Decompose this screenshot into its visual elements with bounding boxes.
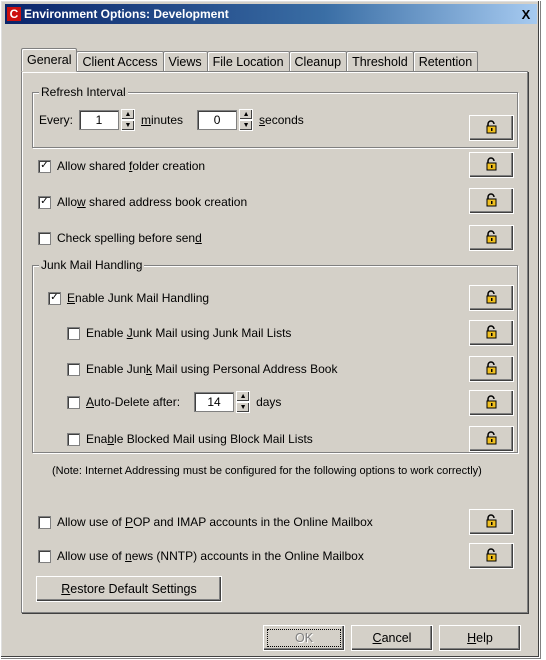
shared-folder-checkbox[interactable]: ✓ [38,159,51,173]
nntp-lock-button[interactable] [469,543,514,569]
check-spelling-label: Check spelling before send [57,231,202,245]
nntp-label: Allow use of news (NNTP) accounts in the… [57,549,364,563]
auto-delete-days-input[interactable]: 14 [194,392,235,412]
seconds-input[interactable]: 0 [197,110,238,130]
every-label: Every: [39,113,74,127]
title-bar: C Environment Options: Development X [5,4,537,24]
enable-junk-lock-button[interactable] [469,285,514,311]
personal-book-option[interactable]: Enable Junk Mail using Personal Address … [67,362,337,376]
tab-strip: General Client Access Views File Locatio… [21,48,479,72]
personal-book-lock-button[interactable] [469,356,514,382]
junk-lists-option[interactable]: Enable Junk Mail using Junk Mail Lists [67,326,291,340]
spin-down-icon[interactable]: ▼ [239,120,254,131]
spin-down-icon[interactable]: ▼ [236,402,251,413]
tab-views[interactable]: Views [162,51,208,71]
cancel-label: Cancel [372,631,412,645]
dialog-window: C Environment Options: Development X Gen… [0,0,540,658]
minutes-spinner[interactable]: ▲ ▼ [121,109,136,131]
spin-up-icon[interactable]: ▲ [121,109,136,120]
pop-imap-checkbox[interactable] [38,515,51,529]
check-spelling-option[interactable]: Check spelling before send [38,231,202,245]
help-button[interactable]: Help [439,625,521,651]
lock-icon [484,394,500,413]
refresh-lock-button[interactable] [469,115,514,141]
close-button[interactable]: X [517,6,535,22]
pop-imap-option[interactable]: Allow use of POP and IMAP accounts in th… [38,515,373,529]
ok-button[interactable]: OK [263,625,345,651]
auto-delete-spinner[interactable]: ▲ ▼ [236,391,251,413]
auto-delete-lock-button[interactable] [469,390,514,416]
blocked-mail-label: Enable Blocked Mail using Block Mail Lis… [86,432,313,446]
restore-defaults-label: Restore Default Settings [61,582,197,596]
refresh-interval-group: Refresh Interval Every: 1 ▲ ▼ minutes 0 … [32,85,518,148]
days-label: days [256,395,282,409]
spin-up-icon[interactable]: ▲ [236,391,251,402]
refresh-interval-label: Refresh Interval [39,85,128,99]
tab-client-access[interactable]: Client Access [76,51,164,71]
auto-delete-checkbox[interactable] [67,395,80,409]
blocked-mail-option[interactable]: Enable Blocked Mail using Block Mail Lis… [67,432,313,446]
spin-up-icon[interactable]: ▲ [239,109,254,120]
tab-file-location[interactable]: File Location [206,51,290,71]
general-panel: Refresh Interval Every: 1 ▲ ▼ minutes 0 … [21,71,528,613]
cancel-button[interactable]: Cancel [351,625,433,651]
window-title: Environment Options: Development [24,7,229,21]
internet-addressing-note: (Note: Internet Addressing must be confi… [52,465,482,477]
enable-junk-checkbox[interactable]: ✓ [48,291,61,305]
nntp-checkbox[interactable] [38,549,51,563]
help-label: Help [467,631,493,645]
shared-address-book-lock-button[interactable] [469,188,514,214]
shared-address-book-checkbox[interactable]: ✓ [38,195,51,209]
shared-folder-lock-button[interactable] [469,152,514,178]
app-icon: C [7,7,21,21]
shared-folder-label: Allow shared folder creation [57,159,206,173]
junk-mail-group-label: Junk Mail Handling [39,258,145,272]
lock-icon [484,430,500,449]
pop-imap-lock-button[interactable] [469,509,514,535]
lock-icon [484,229,500,248]
seconds-spinner[interactable]: ▲ ▼ [239,109,254,131]
shared-folder-option[interactable]: ✓ Allow shared folder creation [38,159,205,173]
nntp-option[interactable]: Allow use of news (NNTP) accounts in the… [38,549,364,563]
enable-junk-option[interactable]: ✓ Enable Junk Mail Handling [48,291,209,305]
tab-retention[interactable]: Retention [412,51,479,71]
lock-icon [484,547,500,566]
shared-address-book-label: Allow shared address book creation [57,195,248,209]
auto-delete-label: Auto-Delete after: [86,395,181,409]
tab-general[interactable]: General [21,48,78,72]
seconds-label: seconds [259,113,304,127]
check-spelling-checkbox[interactable] [38,231,51,245]
tab-cleanup[interactable]: Cleanup [288,51,348,71]
restore-defaults-button[interactable]: Restore Default Settings [36,576,222,602]
lock-icon [484,324,500,343]
pop-imap-label: Allow use of POP and IMAP accounts in th… [57,515,373,529]
enable-junk-label: Enable Junk Mail Handling [67,291,210,305]
shared-address-book-option[interactable]: ✓ Allow shared address book creation [38,195,247,209]
lock-icon [484,192,500,211]
junk-lists-label: Enable Junk Mail using Junk Mail Lists [86,326,292,340]
personal-book-label: Enable Junk Mail using Personal Address … [86,362,338,376]
junk-lists-checkbox[interactable] [67,326,80,340]
lock-icon [484,360,500,379]
spin-down-icon[interactable]: ▼ [121,120,136,131]
lock-icon [484,156,500,175]
personal-book-checkbox[interactable] [67,362,80,376]
junk-lists-lock-button[interactable] [469,320,514,346]
tab-threshold[interactable]: Threshold [346,51,414,71]
auto-delete-option[interactable]: Auto-Delete after: 14 ▲ ▼ days [67,391,281,413]
lock-icon [484,289,500,308]
minutes-input[interactable]: 1 [79,110,120,130]
minutes-label: minutes [141,113,184,127]
lock-icon [484,119,500,138]
blocked-mail-lock-button[interactable] [469,426,514,452]
check-spelling-lock-button[interactable] [469,225,514,251]
lock-icon [484,513,500,532]
blocked-mail-checkbox[interactable] [67,432,80,446]
